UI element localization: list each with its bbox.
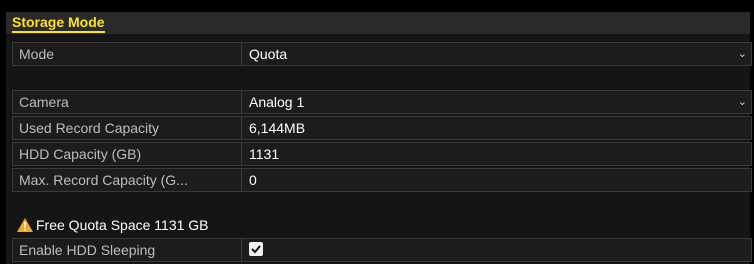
divider xyxy=(241,169,242,191)
divider xyxy=(241,43,242,65)
title-bar: Storage Mode xyxy=(6,12,750,34)
hdd-capacity-label: HDD Capacity (GB) xyxy=(19,146,142,162)
divider xyxy=(241,239,242,261)
enable-hdd-sleeping-label: Enable HDD Sleeping xyxy=(19,242,156,258)
panel-title: Storage Mode xyxy=(12,15,105,33)
checkmark-icon xyxy=(251,245,261,254)
used-record-capacity-row: Used Record Capacity 6,144MB xyxy=(12,116,752,140)
divider xyxy=(241,91,242,113)
camera-row[interactable]: Camera Analog 1 ⌄ xyxy=(12,90,752,114)
warning-icon xyxy=(16,217,34,236)
mode-label: Mode xyxy=(19,46,55,62)
hdd-capacity-row: HDD Capacity (GB) 1131 xyxy=(12,142,752,166)
used-record-capacity-label: Used Record Capacity xyxy=(19,120,160,136)
free-quota-text: Free Quota Space 1131 GB xyxy=(36,217,209,234)
max-record-capacity-row[interactable]: Max. Record Capacity (G... 0 xyxy=(12,168,752,192)
free-quota-warning: Free Quota Space 1131 GB xyxy=(16,217,209,237)
storage-mode-panel: Storage Mode Mode Quota ⌄ Camera Analog … xyxy=(6,12,752,264)
chevron-down-icon[interactable]: ⌄ xyxy=(738,95,747,108)
mode-select-value[interactable]: Quota xyxy=(249,46,287,62)
hdd-capacity-value: 1131 xyxy=(249,146,280,162)
divider xyxy=(241,117,242,139)
used-record-capacity-value: 6,144MB xyxy=(249,120,306,136)
camera-select-value[interactable]: Analog 1 xyxy=(249,94,304,110)
chevron-down-icon[interactable]: ⌄ xyxy=(738,47,747,60)
enable-hdd-sleeping-checkbox[interactable] xyxy=(249,242,263,256)
max-record-capacity-label: Max. Record Capacity (G... xyxy=(19,172,188,188)
enable-hdd-sleeping-row[interactable]: Enable HDD Sleeping xyxy=(12,238,752,262)
max-record-capacity-input[interactable]: 0 xyxy=(249,172,257,188)
divider xyxy=(241,143,242,165)
mode-row[interactable]: Mode Quota ⌄ xyxy=(12,42,752,66)
camera-label: Camera xyxy=(19,94,69,110)
